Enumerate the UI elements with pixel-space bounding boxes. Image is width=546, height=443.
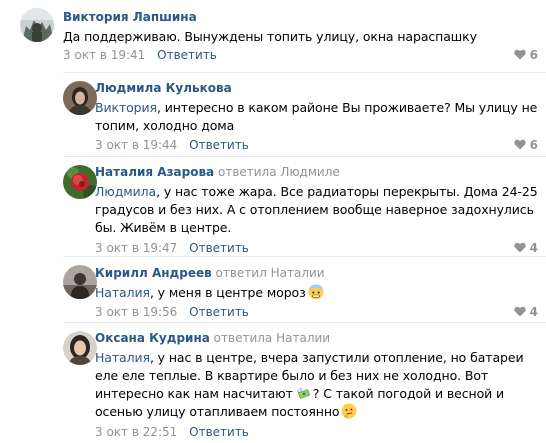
comment-date[interactable]: 3 окт в 19:44 xyxy=(95,138,177,152)
comment-body: Кирилл Андреев ответил Наталии Наталия, … xyxy=(95,266,538,319)
comment-date[interactable]: 3 окт в 19:47 xyxy=(95,241,177,255)
comment-body: Людмила Кулькова Виктория, интересно в к… xyxy=(95,81,538,152)
comment-meta: 3 окт в 19:41 Ответить 6 xyxy=(63,48,538,63)
avatar[interactable] xyxy=(63,81,97,115)
heart-icon xyxy=(514,49,526,60)
comment-text-content: , у меня в центре мороз xyxy=(149,285,306,300)
author-line: Виктория Лапшина xyxy=(63,10,538,25)
avatar[interactable] xyxy=(63,265,97,299)
heart-icon xyxy=(514,139,526,150)
like-button[interactable]: 4 xyxy=(514,241,538,256)
addressee-link[interactable]: Наталия xyxy=(95,285,150,300)
author-line: Кирилл Андреев ответил Наталии xyxy=(95,266,538,281)
like-button[interactable]: 6 xyxy=(514,48,538,63)
comment-date[interactable]: 3 окт в 22:51 xyxy=(95,425,177,439)
comment-meta: 3 окт в 19:47 Ответить 4 xyxy=(95,241,538,256)
reply-item: Людмила Кулькова Виктория, интересно в к… xyxy=(63,72,546,157)
author-name[interactable]: Виктория Лапшина xyxy=(63,10,197,24)
comment-date[interactable]: 3 окт в 19:56 xyxy=(95,305,177,319)
reply-button[interactable]: Ответить xyxy=(189,305,249,319)
comment-meta: 3 окт в 19:56 Ответить 4 xyxy=(95,305,538,320)
like-count: 4 xyxy=(529,241,538,255)
comment-text: Виктория, интересно в каком районе Вы пр… xyxy=(95,99,538,135)
like-count: 6 xyxy=(529,138,538,152)
reply-target-link[interactable]: Наталии xyxy=(276,331,330,345)
reply-button[interactable]: Ответить xyxy=(189,425,249,439)
comment-text: Наталия, у нас в центре, вчера запустили… xyxy=(95,349,538,421)
comment-date[interactable]: 3 окт в 19:41 xyxy=(63,48,145,62)
like-count: 4 xyxy=(529,305,538,319)
reply-note: ответила xyxy=(213,331,273,345)
reply-button[interactable]: Ответить xyxy=(157,48,217,62)
author-line: Оксана Кудрина ответила Наталии xyxy=(95,331,538,346)
comment-item: Виктория Лапшина Да поддерживаю. Вынужде… xyxy=(0,0,546,72)
author-name[interactable]: Оксана Кудрина xyxy=(95,331,210,345)
like-button[interactable]: 4 xyxy=(514,305,538,320)
addressee-link[interactable]: Наталия xyxy=(95,350,150,365)
thinking-face-emoji xyxy=(341,403,357,419)
author-line: Людмила Кулькова xyxy=(95,81,538,96)
author-name[interactable]: Наталия Азарова xyxy=(95,165,214,179)
reply-item: Кирилл Андреев ответил Наталии Наталия, … xyxy=(63,256,546,323)
comment-text: Наталия, у меня в центре мороз xyxy=(95,284,538,302)
comment-text-content: Да поддерживаю. Вынуждены топить улицу, … xyxy=(63,29,477,44)
heart-icon xyxy=(514,242,526,253)
comment-body: Оксана Кудрина ответила Наталии Наталия,… xyxy=(95,331,538,439)
author-name[interactable]: Людмила Кулькова xyxy=(95,81,232,95)
reply-note: ответил xyxy=(215,266,267,280)
comment-meta: 3 окт в 22:51 Ответить xyxy=(95,425,538,440)
author-line: Наталия Азарова ответила Людмиле xyxy=(95,165,538,180)
addressee-link[interactable]: Виктория xyxy=(95,100,157,115)
like-button[interactable]: 6 xyxy=(514,138,538,153)
reply-button[interactable]: Ответить xyxy=(189,138,249,152)
comment-text-content: , у нас тоже жара. Все радиаторы перекры… xyxy=(95,184,538,235)
reply-note: ответила xyxy=(217,165,277,179)
comment-text: Людмила, у нас тоже жара. Все радиаторы … xyxy=(95,183,538,237)
reply-item: Оксана Кудрина ответила Наталии Наталия,… xyxy=(63,322,546,443)
addressee-link[interactable]: Людмила xyxy=(95,184,156,199)
author-name[interactable]: Кирилл Андреев xyxy=(95,266,212,280)
avatar[interactable] xyxy=(63,331,97,365)
reply-target-link[interactable]: Наталии xyxy=(271,266,325,280)
comment-body: Виктория Лапшина Да поддерживаю. Вынужде… xyxy=(63,10,538,62)
reply-button[interactable]: Ответить xyxy=(189,241,249,255)
money-with-wings-emoji xyxy=(295,385,311,401)
comment-body: Наталия Азарова ответила Людмиле Людмила… xyxy=(95,165,538,255)
like-count: 6 xyxy=(529,48,538,62)
reply-item: Наталия Азарова ответила Людмиле Людмила… xyxy=(63,156,546,257)
comment-meta: 3 окт в 19:44 Ответить 6 xyxy=(95,138,538,153)
comment-text: Да поддерживаю. Вынуждены топить улицу, … xyxy=(63,28,538,46)
avatar[interactable] xyxy=(63,165,97,199)
cold-face-emoji xyxy=(308,284,324,300)
heart-icon xyxy=(514,306,526,317)
avatar[interactable] xyxy=(20,8,54,42)
comment-text-content: , интересно в каком районе Вы проживаете… xyxy=(95,100,538,133)
reply-target-link[interactable]: Людмиле xyxy=(280,165,339,179)
